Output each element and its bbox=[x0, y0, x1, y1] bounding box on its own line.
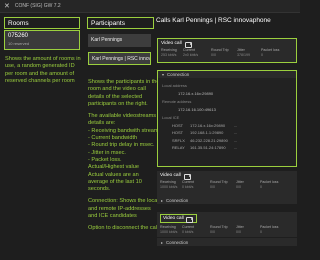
candidate-type: HOST bbox=[172, 130, 184, 135]
value-current: 0 kbit/s bbox=[182, 185, 194, 189]
detail-line: - Current bandwidth bbox=[88, 135, 138, 142]
video-call-card[interactable]: Video call Receiving Current Round Trip … bbox=[157, 38, 297, 63]
connection-annotation: Connection: Shows the local and remote I… bbox=[88, 198, 159, 220]
room-card[interactable]: 075260 10 reserved bbox=[4, 30, 80, 50]
header-current: Current bbox=[182, 225, 194, 229]
local-ice-label: Local ICE bbox=[162, 115, 180, 120]
chevron-down-icon: ▾ bbox=[162, 72, 165, 77]
disconnect-annotation: Option to disconnect the call bbox=[88, 225, 159, 232]
candidate-type: RELAY bbox=[172, 145, 185, 150]
connection-toggle[interactable]: ▸ Connection bbox=[157, 238, 297, 246]
connection-label: Connection bbox=[166, 197, 189, 203]
header-receiving: Receiving bbox=[161, 48, 177, 52]
detail-line: - Receiving bandwith stream bbox=[88, 127, 159, 134]
header-round-trip: Round Trip bbox=[210, 180, 228, 184]
candidate-extra: ... bbox=[234, 137, 238, 143]
video-camera-icon[interactable] bbox=[183, 173, 192, 180]
candidate-extra: ... bbox=[234, 130, 238, 135]
room-reserved-channels: 10 reserved bbox=[8, 41, 30, 46]
participants-heading: Participants bbox=[87, 17, 154, 29]
video-call-label: Video call bbox=[160, 173, 181, 178]
candidate-address: 46.232.228.21:29890 bbox=[190, 137, 228, 143]
detail-line: Actual/Highest value bbox=[88, 164, 139, 171]
value-packet-loss: 0 bbox=[260, 185, 262, 189]
value-current: 0 kbit/s bbox=[182, 230, 194, 234]
header-packet-loss: Packet loss bbox=[261, 48, 280, 52]
header-receiving: Receiving bbox=[160, 225, 176, 229]
value-receiving: 1000 kbit/s bbox=[160, 230, 178, 234]
video-camera-icon[interactable] bbox=[184, 41, 193, 48]
video-call-header-highlight: Video call bbox=[160, 214, 197, 223]
candidate-address: 192.168.1.1:29890 bbox=[190, 130, 224, 135]
participant-item-selected[interactable]: Karl Pennings | RSC innov... bbox=[88, 52, 151, 65]
detail-line: Actual values are an average of the last… bbox=[88, 171, 142, 193]
candidate-address: 172.16.x.16x:29890 bbox=[190, 122, 226, 128]
value-jitter: 378/199 bbox=[237, 53, 250, 57]
close-icon[interactable]: ✕ bbox=[4, 3, 10, 10]
header-receiving: Receiving bbox=[160, 180, 176, 184]
remote-address-label: Remote address bbox=[162, 99, 192, 104]
rooms-heading: Rooms bbox=[4, 17, 80, 29]
header-jitter: Jitter bbox=[236, 180, 244, 184]
candidate-extra: ... bbox=[234, 145, 238, 150]
candidate-extra: ... bbox=[234, 122, 238, 128]
room-id: 075260 bbox=[8, 33, 29, 39]
ice-candidate: RELAY 161.35.51.24:17890 ... bbox=[172, 145, 292, 150]
video-call-card[interactable]: Video call Receiving Current Round Trip … bbox=[157, 171, 297, 196]
value-round-trip: 0/0 bbox=[210, 230, 215, 234]
ice-candidate: HOST 172.16.x.16x:29890 ... bbox=[172, 123, 292, 128]
video-call-card[interactable]: Video call Receiving Current Round Trip … bbox=[157, 212, 297, 237]
participant-item[interactable]: Karl Pennings bbox=[88, 34, 151, 47]
participants-annotation: Shows the participants in the room and t… bbox=[88, 79, 160, 233]
value-receiving: 253 kbit/s bbox=[161, 53, 177, 57]
header-jitter: Jitter bbox=[237, 48, 245, 52]
value-packet-loss: 0 bbox=[260, 230, 262, 234]
candidate-type: HOST bbox=[172, 122, 184, 128]
header-packet-loss: Packet loss bbox=[260, 225, 279, 229]
calls-heading: Calls Karl Pennings | RSC innovaphone bbox=[156, 17, 271, 24]
video-call-label: Video call bbox=[163, 216, 184, 221]
header-current: Current bbox=[182, 180, 194, 184]
header-current: Current bbox=[183, 48, 195, 52]
video-call-label: Video call bbox=[161, 41, 182, 46]
value-jitter: 0/0 bbox=[236, 230, 241, 234]
connection-label: Connection bbox=[167, 72, 190, 77]
candidate-type: SRFLX bbox=[172, 137, 185, 143]
video-camera-icon[interactable] bbox=[185, 216, 194, 223]
participants-annotation-text: Shows the participants in the room and t… bbox=[88, 79, 160, 107]
header-round-trip: Round Trip bbox=[211, 48, 229, 52]
local-address-label: Local address bbox=[162, 83, 187, 88]
ice-candidate: SRFLX 46.232.228.21:29890 ... bbox=[172, 138, 292, 143]
ice-candidate: HOST 192.168.1.1:29890 ... bbox=[172, 130, 292, 135]
title-bar: ✕ CONF (SIG) GW 7.2 bbox=[0, 0, 300, 13]
detail-line: - Jitter in msec. bbox=[88, 149, 126, 156]
window-title: CONF (SIG) GW 7.2 bbox=[14, 3, 61, 9]
value-receiving: 1000 kbit/s bbox=[160, 185, 178, 189]
header-round-trip: Round Trip bbox=[210, 225, 228, 229]
detail-line: - Packet loss. bbox=[88, 156, 122, 163]
connection-toggle[interactable]: ▾ Connection bbox=[157, 70, 297, 78]
chevron-right-icon: ▸ bbox=[161, 197, 164, 203]
details-intro: The available videostreams details are: bbox=[88, 113, 157, 127]
value-round-trip: 0/0 bbox=[210, 185, 215, 189]
rooms-annotation: Shows the amount of rooms in use, a rand… bbox=[5, 56, 81, 84]
candidate-address: 161.35.51.24:17890 bbox=[190, 145, 226, 150]
header-jitter: Jitter bbox=[236, 225, 244, 229]
value-current: 2x0 kbit/s bbox=[183, 53, 199, 57]
local-address-value: 172.16.x.16x:29890 bbox=[178, 91, 214, 96]
connection-label: Connection bbox=[166, 239, 189, 245]
value-packet-loss: 0 bbox=[261, 53, 263, 57]
connection-toggle[interactable]: ▸ Connection bbox=[157, 196, 297, 204]
chevron-right-icon: ▸ bbox=[161, 239, 164, 245]
connection-details: Local address 172.16.x.16x:29890 Remote … bbox=[157, 78, 297, 167]
value-round-trip: 0/0 bbox=[211, 53, 216, 57]
detail-line: - Round trip delay in msec. bbox=[88, 142, 155, 149]
value-jitter: 0/0 bbox=[236, 185, 241, 189]
remote-address-value: 172.16.16.100:49613 bbox=[178, 107, 216, 112]
header-packet-loss: Packet loss bbox=[260, 180, 279, 184]
